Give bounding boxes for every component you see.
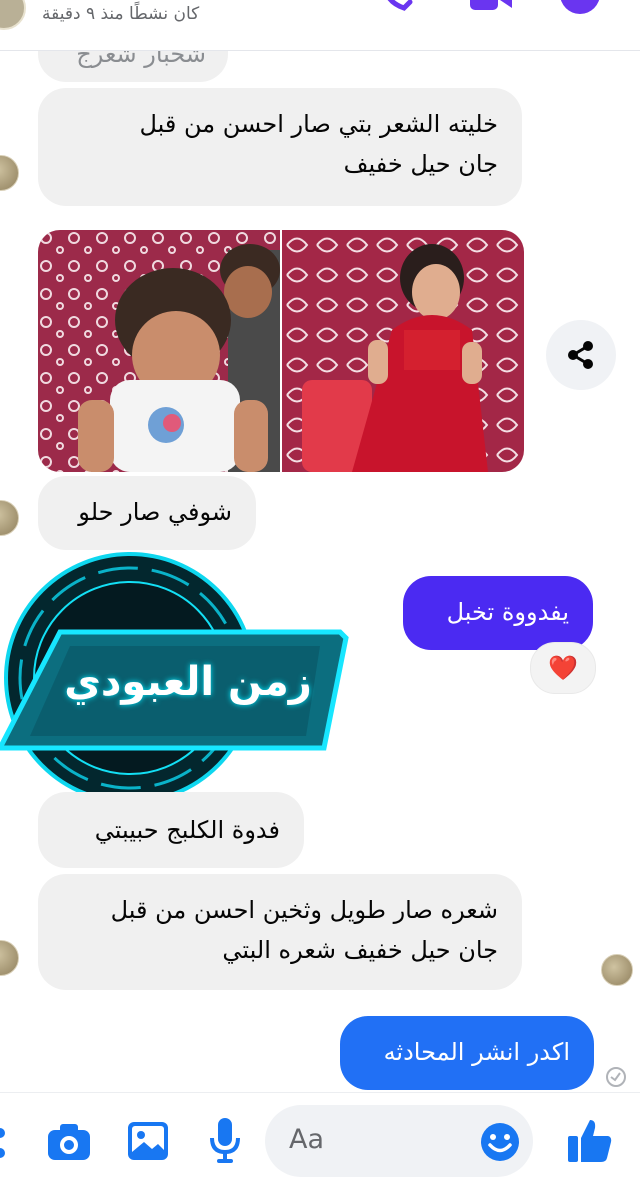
message-bubble-incoming[interactable]: شوفي صار حلو — [38, 476, 256, 550]
message-text: شوفي صار حلو — [78, 498, 232, 526]
message-text: يفدووة تخبل — [446, 598, 569, 626]
more-actions-icon[interactable] — [0, 1128, 10, 1158]
message-bubble-incoming[interactable]: فدوة الكلبج حبيبتي — [38, 792, 304, 868]
image-icon[interactable] — [128, 1122, 168, 1160]
seen-avatar — [601, 954, 633, 986]
emoji-icon[interactable] — [480, 1122, 520, 1162]
message-bubble-incoming[interactable]: خليته الشعر بتي صار احسن من قبل جان حيل … — [38, 88, 522, 206]
sender-avatar[interactable] — [0, 940, 19, 976]
shared-photo-2[interactable] — [282, 230, 524, 472]
sender-avatar[interactable] — [0, 155, 19, 191]
phone-icon[interactable] — [378, 0, 414, 14]
active-status-text: كان نشطًا منذ ٩ دقيقة — [42, 4, 200, 24]
message-text-line: جان حيل خفيف — [343, 150, 498, 178]
contact-avatar[interactable] — [0, 0, 26, 30]
message-input-placeholder: Aa — [289, 1124, 325, 1155]
message-text: فدوة الكلبج حبيبتي — [94, 816, 280, 844]
shared-photo-1[interactable] — [38, 230, 280, 472]
photo-child-red-dress — [282, 230, 524, 472]
sender-avatar[interactable] — [0, 500, 19, 536]
message-text-line: خليته الشعر بتي صار احسن من قبل — [139, 110, 498, 138]
reaction-badge[interactable]: ❤️ — [530, 642, 596, 694]
video-icon[interactable] — [470, 0, 514, 14]
message-text-line: جان حيل خفيف شعره البتي — [222, 936, 498, 964]
share-button[interactable] — [546, 320, 616, 390]
message-text: اكدر انشر المحادثه — [383, 1038, 570, 1066]
like-icon[interactable] — [568, 1118, 612, 1162]
message-text-line: شعره صار طويل وثخين احسن من قبل — [110, 896, 498, 924]
share-icon — [568, 341, 593, 369]
message-bubble-incoming[interactable]: شعره صار طويل وثخين احسن من قبل جان حيل … — [38, 874, 522, 990]
microphone-icon[interactable] — [210, 1118, 240, 1164]
photo-child-white-shirt — [38, 230, 280, 472]
sent-check-icon — [606, 1067, 626, 1087]
message-bubble-outgoing[interactable]: يفدووة تخبل — [403, 576, 593, 650]
heart-reaction-icon: ❤️ — [548, 654, 578, 682]
chat-header: كان نشطًا منذ ٩ دقيقة — [0, 0, 640, 51]
message-bubble-outgoing[interactable]: اكدر انشر المحادثه — [340, 1016, 594, 1090]
watermark-text: زمن العبودي — [64, 659, 312, 705]
camera-icon[interactable] — [48, 1124, 90, 1160]
info-icon[interactable] — [560, 0, 600, 14]
